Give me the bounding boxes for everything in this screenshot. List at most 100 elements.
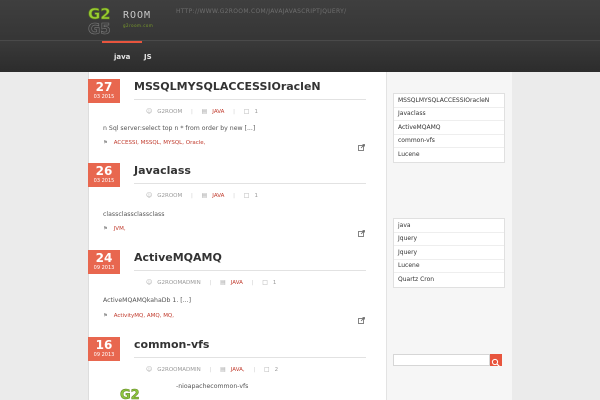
tag-icon: ⚑ (103, 313, 108, 319)
post-comment-count[interactable]: 1 (254, 193, 258, 199)
post-category[interactable]: JAVA, (231, 367, 245, 373)
recent-post-link[interactable]: common-vfs (394, 135, 504, 148)
tag-link[interactable]: ActivityMQ, (114, 313, 145, 319)
tag-link[interactable]: MSSQL, (141, 140, 162, 146)
post-category[interactable]: JAVA (231, 280, 243, 286)
post-comment-count[interactable]: 1 (254, 109, 258, 115)
meta-separator: | (191, 192, 193, 199)
nav-item-js[interactable]: JS (132, 45, 164, 69)
person-icon: ☺ (146, 366, 153, 373)
folder-icon: ▤ (201, 192, 208, 199)
comment-icon: □ (243, 108, 250, 115)
svg-text:G5: G5 (88, 20, 111, 36)
svg-text:G2: G2 (120, 388, 140, 400)
recent-post-link[interactable]: MSSQLMYSQLACCESSIOracleN (394, 94, 504, 108)
meta-separator: | (191, 108, 193, 115)
meta-separator: | (209, 366, 212, 373)
person-icon: ☺ (146, 108, 153, 115)
post-month-year: 09 2013 (93, 265, 115, 271)
post-date: 27 03 2015 (88, 79, 120, 103)
post-meta: ☺ G2ROOM | ▤ JAVA | □ 1 (146, 108, 258, 116)
tag-link[interactable]: Oracle, (186, 140, 206, 146)
title-divider (134, 183, 366, 184)
post-title[interactable]: ActiveMQAMQ (134, 251, 222, 264)
tag-icon: ⚑ (103, 226, 108, 232)
category-link[interactable]: java (394, 219, 504, 233)
post-day: 26 (95, 164, 113, 178)
search-icon (491, 358, 500, 367)
meta-separator: | (209, 279, 212, 286)
post-excerpt: -nioapachecommon-vfs (176, 383, 249, 390)
category-link[interactable]: Jquery (394, 246, 504, 260)
external-link-icon[interactable] (358, 144, 365, 151)
meta-separator: | (251, 279, 254, 286)
recent-post-link[interactable]: Javaclass (394, 108, 504, 121)
tag-icon: ⚑ (103, 140, 108, 146)
post-meta: ☺ G2ROOM | ▤ JAVA | □ 1 (146, 192, 258, 200)
post-item: 26 03 2015 Javaclass ☺ G2ROOM | ▤ JAVA | □… (88, 163, 378, 239)
post-title[interactable]: MSSQLMYSQLACCESSIOracleN (134, 80, 321, 93)
tag-link[interactable]: JVM, (114, 226, 126, 232)
search-input[interactable] (393, 354, 490, 366)
post-category[interactable]: JAVA (212, 109, 224, 115)
post-comment-count[interactable]: 2 (275, 367, 279, 373)
title-divider (134, 357, 366, 358)
post-month-year: 09 2013 (93, 352, 115, 358)
categories-widget: java Jquery Jquery Lucene Quartz Cron (393, 218, 505, 288)
post-meta: ☺ G2ROOMADMIN | ▤ JAVA, | □ 2 (146, 366, 278, 374)
tag-link[interactable]: MQ, (163, 313, 174, 319)
tag-link[interactable]: MYSQL, (163, 140, 184, 146)
meta-separator: | (233, 192, 236, 199)
post-day: 24 (95, 251, 113, 265)
post-date: 16 09 2013 (88, 337, 120, 361)
post-tags: ⚑ JVM, (103, 226, 126, 232)
title-divider (134, 99, 366, 100)
post-category[interactable]: JAVA (212, 193, 224, 199)
category-link[interactable]: Lucene (394, 260, 504, 273)
recent-post-link[interactable]: Lucene (394, 148, 504, 162)
main-nav: java JS (0, 40, 600, 72)
search-button[interactable] (490, 354, 502, 367)
post-item: 24 09 2013 ActiveMQAMQ ☺ G2ROOMADMIN | ▤ J… (88, 250, 378, 326)
person-icon: ☺ (146, 279, 153, 286)
title-divider (134, 270, 366, 271)
folder-icon: ▤ (220, 366, 226, 373)
comment-icon: □ (262, 279, 268, 286)
folder-icon: ▤ (220, 279, 226, 286)
external-link-icon[interactable] (358, 317, 365, 324)
post-author[interactable]: G2ROOMADMIN (157, 367, 200, 373)
folder-icon: ▤ (201, 108, 208, 115)
post-item: 27 03 2015 MSSQLMYSQLACCESSIOracleN ☺ G2R… (88, 79, 378, 153)
post-month-year: 03 2015 (93, 178, 115, 184)
post-tags: ⚑ ACCESSI, MSSQL, MYSQL, Oracle, (103, 140, 205, 146)
recent-posts-widget: MSSQLMYSQLACCESSIOracleN Javaclass Activ… (393, 93, 505, 163)
post-month-year: 03 2015 (93, 94, 115, 100)
post-date: 24 09 2013 (88, 250, 120, 274)
meta-separator: | (233, 108, 236, 115)
logo-text[interactable]: ROOM (123, 10, 151, 21)
post-date: 26 03 2015 (88, 163, 120, 187)
tag-link[interactable]: ACCESSI, (114, 140, 139, 146)
post-excerpt: n Sql server:select top n * from order b… (103, 125, 256, 132)
post-tags: ⚑ ActivityMQ, AMQ, MQ, (103, 313, 174, 319)
post-thumbnail-logo[interactable]: G2 (120, 386, 150, 400)
tag-link[interactable]: AMQ, (147, 313, 162, 319)
post-comment-count[interactable]: 1 (273, 280, 277, 286)
post-author[interactable]: G2ROOM (157, 193, 182, 199)
post-meta: ☺ G2ROOMADMIN | ▤ JAVA | □ 1 (146, 279, 276, 287)
category-link[interactable]: Quartz Cron (394, 273, 504, 287)
person-icon: ☺ (146, 192, 153, 199)
logo-icon[interactable]: G2 G5 (88, 5, 120, 36)
post-author[interactable]: G2ROOM (157, 109, 182, 115)
category-link[interactable]: Jquery (394, 233, 504, 246)
post-title[interactable]: common-vfs (134, 338, 209, 351)
meta-separator: | (253, 366, 256, 373)
post-author[interactable]: G2ROOMADMIN (157, 280, 200, 286)
comment-icon: □ (263, 366, 270, 373)
recent-post-link[interactable]: ActiveMQAMQ (394, 121, 504, 135)
external-link-icon[interactable] (358, 230, 365, 237)
post-day: 27 (95, 80, 113, 94)
logo-tagline: g2room.com (123, 23, 153, 28)
site-url: HTTP://WWW.G2ROOM.COM/JAVAJAVASCRIPTJQUE… (176, 8, 347, 15)
post-title[interactable]: Javaclass (134, 164, 191, 177)
